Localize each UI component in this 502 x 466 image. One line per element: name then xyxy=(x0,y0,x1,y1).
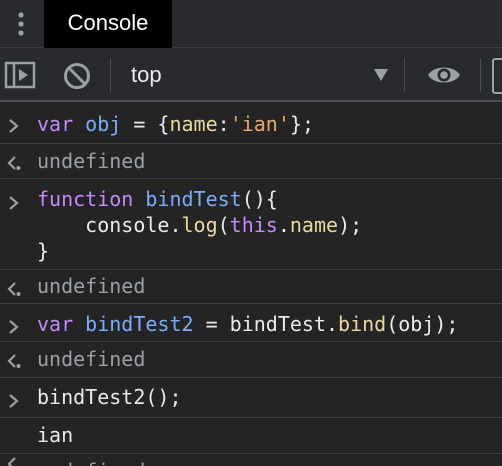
console-result-row: undefined xyxy=(0,144,502,179)
code-token: this xyxy=(229,213,278,237)
code-token: ( xyxy=(217,213,230,237)
console-input-row: function bindTest(){ console.log(this.na… xyxy=(0,179,502,270)
code-token: = { xyxy=(121,112,170,136)
prompt-chevron-icon xyxy=(9,196,19,210)
prompt-chevron-icon xyxy=(9,320,19,334)
code-token: }; xyxy=(289,112,314,136)
code-token: log xyxy=(181,213,218,237)
code-token: name xyxy=(289,213,339,237)
sidebar-toggle-icon[interactable] xyxy=(4,61,36,89)
code-token: : xyxy=(217,112,230,136)
live-expression-eye-icon[interactable] xyxy=(426,62,462,88)
code-token: bindTest2(); xyxy=(37,385,182,409)
settings-partial-button[interactable] xyxy=(492,58,502,94)
context-label: top xyxy=(131,62,162,87)
console-code: function bindTest(){ console.log(this.na… xyxy=(37,186,362,264)
console-result-row: undefined xyxy=(0,270,502,304)
toolbar-divider xyxy=(404,58,405,92)
code-token: = bindTest. xyxy=(193,312,339,336)
clear-console-icon[interactable] xyxy=(62,61,92,91)
console-code: undefined xyxy=(37,273,145,299)
console-code: var obj = {name:'ian'}; xyxy=(37,111,314,137)
console-input-row: var obj = {name:'ian'}; xyxy=(0,102,502,144)
code-token: undefined xyxy=(37,459,145,466)
dropdown-arrow-icon xyxy=(374,69,388,81)
code-token: . xyxy=(277,213,290,237)
code-token: } xyxy=(37,239,50,263)
console-code: undefined xyxy=(37,346,145,372)
code-token: obj xyxy=(85,112,122,136)
return-value-icon xyxy=(7,156,21,170)
code-token: console. xyxy=(37,213,182,237)
console-result-row: undefined xyxy=(0,454,502,466)
toolbar-divider xyxy=(480,58,481,92)
code-token: undefined xyxy=(37,274,146,298)
code-token: bind xyxy=(338,312,387,336)
code-token: (){ xyxy=(241,187,278,211)
return-value-icon xyxy=(7,457,16,466)
return-value-icon xyxy=(7,354,21,368)
console-code: bindTest2(); xyxy=(37,384,182,410)
code-token: var xyxy=(37,312,74,336)
code-token: ); xyxy=(338,213,363,237)
console-output[interactable]: var obj = {name:'ian'}; undefined function… xyxy=(0,102,502,466)
prompt-chevron-icon xyxy=(9,119,19,133)
code-token: (obj); xyxy=(386,312,459,336)
console-result-row: undefined xyxy=(0,342,502,378)
console-input-row: var bindTest2 = bindTest.bind(obj); xyxy=(0,304,502,342)
code-token: var xyxy=(37,112,74,136)
tab-console[interactable]: Console xyxy=(44,0,172,48)
code-token: undefined xyxy=(37,347,146,371)
code-token: ian xyxy=(37,423,74,447)
code-token: 'ian' xyxy=(229,112,290,136)
context-selector[interactable]: top xyxy=(113,54,401,96)
code-token: bindTest xyxy=(145,187,242,211)
console-code: ian xyxy=(37,422,73,448)
more-options-icon[interactable] xyxy=(11,6,31,42)
prompt-chevron-icon xyxy=(9,394,19,408)
console-code: var bindTest2 = bindTest.bind(obj); xyxy=(37,311,458,337)
console-input-row: bindTest2(); xyxy=(0,378,502,418)
console-code: undefined xyxy=(37,148,145,174)
devtools-tab-bar: Console xyxy=(0,0,502,48)
console-log-row: ian xyxy=(0,418,502,454)
code-token: name xyxy=(169,112,218,136)
return-value-icon xyxy=(7,282,21,296)
toolbar-divider xyxy=(110,58,111,92)
console-toolbar: top xyxy=(0,48,502,102)
code-token: bindTest2 xyxy=(85,312,194,336)
code-token: undefined xyxy=(37,149,146,173)
console-code: undefined xyxy=(37,458,145,466)
code-token: function xyxy=(37,187,134,211)
